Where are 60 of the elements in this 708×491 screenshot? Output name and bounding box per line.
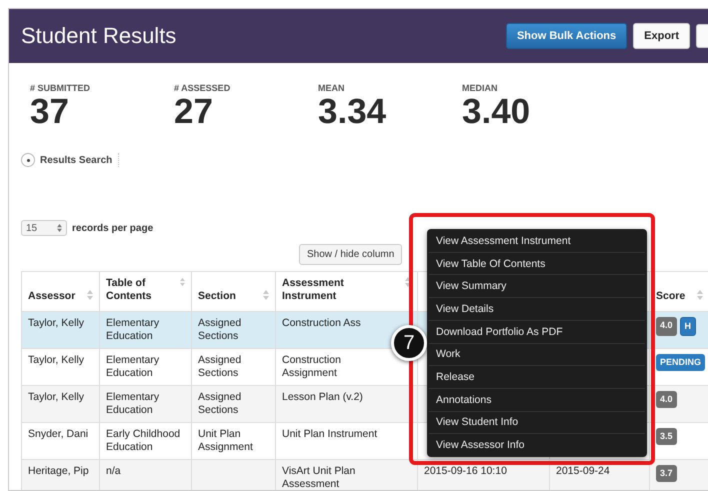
table-cell-text: Assigned Sections	[198, 317, 242, 343]
score-badge: 3.7	[656, 465, 677, 482]
stat-value: 3.40	[462, 93, 532, 131]
menu-item[interactable]: View Assessment Instrument	[429, 230, 645, 253]
score-badge: 3.5	[656, 428, 677, 445]
table-cell-text: Elementary Education	[106, 354, 160, 380]
bulk-actions-button[interactable]: Show Bulk Actions	[506, 23, 628, 49]
flag-badge: H	[680, 317, 696, 336]
column-header[interactable]: Table of Contents	[100, 272, 192, 312]
table-cell: Heritage, Pip	[28, 465, 89, 478]
stat-label: # SUBMITTED	[30, 83, 92, 93]
records-per-page-select[interactable]: 15	[21, 220, 67, 236]
menu-item[interactable]: View Student Info	[429, 412, 645, 434]
table-cell: Snyder, Dani	[28, 428, 88, 441]
column-header[interactable]: Section	[192, 272, 276, 312]
table-cell: Construction Ass	[282, 317, 361, 330]
stat-label: MEAN	[318, 83, 346, 93]
stepper-icon[interactable]	[57, 224, 62, 232]
table-cell-text: Elementary Education	[106, 317, 160, 343]
menu-item[interactable]: View Details	[429, 298, 645, 321]
page-title: Student Results	[21, 23, 178, 49]
table-cell: Lesson Plan (v.2)	[282, 391, 363, 404]
show-hide-columns-button[interactable]: Show / hide column	[299, 244, 402, 265]
table-cell: Taylor, Kelly	[28, 354, 84, 367]
table-row[interactable]: Heritage, Pip n/a VisArt Unit Plan Assessment 2015-09-16 10:10 2015-09-24 3.7	[22, 460, 708, 490]
partial-button[interactable]	[696, 24, 708, 48]
stat-value: 27	[174, 93, 214, 131]
table-cell-text: Early Childhood Education	[106, 428, 182, 454]
table-cell: Taylor, Kelly	[28, 391, 84, 404]
table-cell: n/a	[106, 465, 121, 478]
table-cell-text: Unit Plan Assignment	[198, 428, 254, 454]
stat-value: 3.34	[318, 93, 388, 131]
status-badge: PENDING	[656, 354, 706, 371]
sort-icon[interactable]	[405, 277, 411, 287]
export-button[interactable]: Export	[633, 23, 690, 49]
menu-item[interactable]: View Summary	[429, 275, 645, 298]
stat-label: # ASSESSED	[174, 83, 232, 93]
table-cell: 2015-09-16 10:10	[424, 465, 507, 478]
menu-item[interactable]: View Assessor Info	[429, 434, 645, 456]
table-cell-text: VisArt Unit Plan Assessment	[282, 465, 356, 490]
table-cell-text: Construction Assignment	[282, 354, 342, 380]
stat-value: 37	[30, 93, 70, 131]
results-search-toggle[interactable]: Results Search	[21, 153, 120, 167]
column-header[interactable]: Assessor	[22, 272, 100, 312]
table-cell-text: Assigned Sections	[198, 354, 242, 380]
stat-label: MEDIAN	[462, 83, 498, 93]
menu-item[interactable]: Annotations	[429, 388, 645, 412]
menu-item[interactable]: View Table Of Contents	[429, 252, 645, 276]
table-cell-text: Elementary Education	[106, 391, 160, 417]
column-header[interactable]: Assessment Instrument	[276, 272, 418, 312]
table-cell-text: Assigned Sections	[198, 391, 242, 417]
score-badge: 4.0	[656, 391, 677, 408]
menu-item[interactable]: Release	[429, 366, 645, 389]
table-cell: Taylor, Kelly	[28, 317, 84, 330]
menu-item[interactable]: Download Portfolio As PDF	[429, 320, 645, 344]
score-badge: 4.0	[656, 317, 677, 336]
records-per-page-label: records per page	[72, 222, 154, 234]
table-cell: 2015-09-24	[556, 465, 610, 478]
table-cell: Unit Plan Instrument	[282, 428, 378, 441]
menu-item[interactable]: Work	[429, 344, 645, 366]
